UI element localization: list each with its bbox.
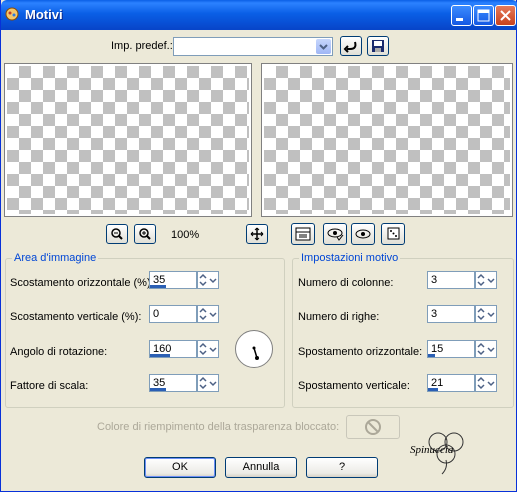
vertical-shift-label: Spostamento verticale:: [298, 380, 410, 392]
help-button[interactable]: ?: [306, 457, 378, 478]
scale-factor-input[interactable]: 35: [149, 374, 197, 392]
scale-factor-spinner[interactable]: [197, 374, 219, 392]
spinner-chevron-icon: [199, 342, 217, 356]
zoom-in-icon: [139, 228, 151, 240]
window-title: Motivi: [25, 7, 63, 22]
spinner-chevron-icon: [199, 376, 217, 390]
rows-spinner[interactable]: [475, 305, 497, 323]
auto-proof-button[interactable]: [323, 223, 347, 245]
rotation-dial-needle-icon: [252, 346, 259, 360]
no-color-icon: [365, 419, 381, 435]
horizontal-shift-bar: [428, 354, 435, 357]
zoom-out-button[interactable]: [106, 224, 128, 244]
preview-after: [261, 63, 513, 217]
eye-icon: [355, 229, 371, 239]
proof-toggle-button[interactable]: [291, 223, 315, 245]
close-icon: [500, 10, 511, 21]
randomize-button[interactable]: [381, 223, 405, 245]
watermark-logo: Spinuccia: [406, 428, 486, 478]
transparency-color-swatch: [346, 415, 400, 439]
vertical-shift-input[interactable]: 21: [427, 374, 475, 392]
spinner-chevron-icon: [477, 273, 495, 287]
columns-spinner[interactable]: [475, 271, 497, 289]
save-icon: [372, 40, 384, 52]
preview-on-image-button[interactable]: [351, 223, 375, 245]
preset-label: Imp. predef.:: [111, 40, 173, 52]
reset-preset-button[interactable]: [340, 36, 362, 56]
scale-factor-label: Fattore di scala:: [10, 380, 89, 392]
minimize-button[interactable]: [451, 5, 472, 26]
rotation-dial[interactable]: [235, 330, 273, 368]
spinner-chevron-icon: [477, 376, 495, 390]
spinner-chevron-icon: [199, 307, 217, 321]
horizontal-offset-spinner[interactable]: [197, 271, 219, 289]
image-area-title: Area d'immagine: [12, 252, 99, 264]
vertical-shift-spinner[interactable]: [475, 374, 497, 392]
horizontal-shift-input[interactable]: 15: [427, 340, 475, 358]
list-view-icon: [295, 227, 311, 241]
vertical-offset-label: Scostamento verticale (%):: [10, 311, 142, 323]
pan-button[interactable]: [246, 224, 268, 244]
horizontal-offset-label: Scostamento orizzontale (%):: [10, 277, 154, 289]
columns-input[interactable]: 3: [427, 271, 475, 289]
rotation-angle-label: Angolo di rotazione:: [10, 346, 108, 358]
zoom-level: 100%: [171, 229, 200, 241]
columns-label: Numero di colonne:: [298, 277, 394, 289]
scale-factor-bar: [150, 388, 167, 391]
maximize-button[interactable]: [473, 5, 494, 26]
rotation-angle-input[interactable]: 160: [149, 340, 197, 358]
cancel-button[interactable]: Annulla: [225, 457, 297, 478]
horizontal-shift-spinner[interactable]: [475, 340, 497, 358]
dialog-window: Motivi Imp. predef.: 100% Area d'immagin…: [0, 0, 517, 492]
zoom-out-icon: [111, 228, 123, 240]
vertical-offset-value: 0: [153, 308, 160, 320]
app-icon: [5, 7, 19, 21]
ok-button[interactable]: OK: [144, 457, 216, 478]
spinner-chevron-icon: [477, 342, 495, 356]
preview-before[interactable]: [4, 63, 252, 217]
pattern-settings-title: Impostazioni motivo: [299, 252, 401, 264]
horizontal-offset-input[interactable]: 35: [149, 271, 197, 289]
vertical-offset-input[interactable]: 0: [149, 305, 197, 323]
zoom-in-button[interactable]: [134, 224, 156, 244]
dice-icon: [387, 227, 400, 240]
title-bar: Motivi: [1, 0, 517, 30]
save-preset-button[interactable]: [367, 36, 389, 56]
rows-label: Numero di righe:: [298, 311, 380, 323]
horizontal-shift-label: Spostamento orizzontale:: [298, 346, 423, 358]
columns-value: 3: [431, 274, 438, 286]
vertical-shift-bar: [428, 388, 438, 391]
minimize-icon: [456, 18, 463, 21]
move-icon: [250, 227, 264, 241]
preset-dropdown-arrow[interactable]: [316, 39, 331, 54]
spinner-chevron-icon: [199, 273, 217, 287]
rows-input[interactable]: 3: [427, 305, 475, 323]
close-button[interactable]: [495, 5, 516, 26]
transparency-fill-label: Colore di riempimento della trasparenza …: [97, 421, 340, 433]
chevron-down-icon: [319, 44, 328, 50]
rotation-angle-bar: [150, 354, 171, 357]
horizontal-offset-bar: [150, 285, 167, 288]
eye-checkmark-icon: [327, 228, 344, 241]
vertical-offset-spinner[interactable]: [197, 305, 219, 323]
spinner-chevron-icon: [477, 307, 495, 321]
rows-value: 3: [431, 308, 438, 320]
rotation-angle-spinner[interactable]: [197, 340, 219, 358]
maximize-icon: [477, 9, 490, 22]
preset-select[interactable]: [173, 37, 333, 56]
reset-arrow-icon: [343, 41, 357, 53]
watermark-text: Spinuccia: [410, 444, 454, 456]
